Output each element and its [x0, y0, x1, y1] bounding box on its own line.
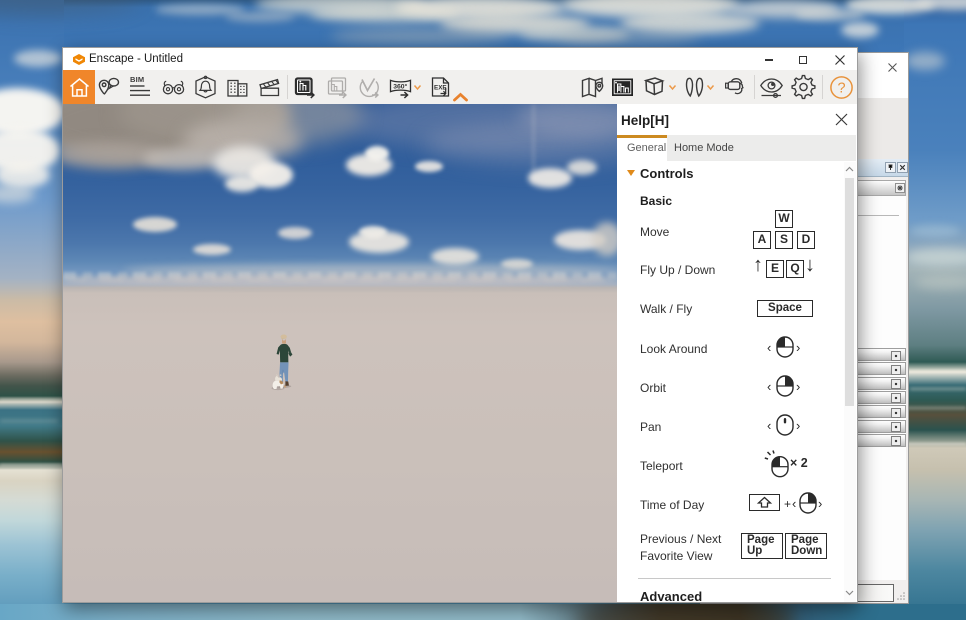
svg-text:360°: 360°: [393, 82, 407, 90]
svg-text:?: ?: [837, 81, 845, 97]
svg-text:EXE: EXE: [434, 85, 447, 92]
svg-text:BIM: BIM: [130, 75, 144, 84]
